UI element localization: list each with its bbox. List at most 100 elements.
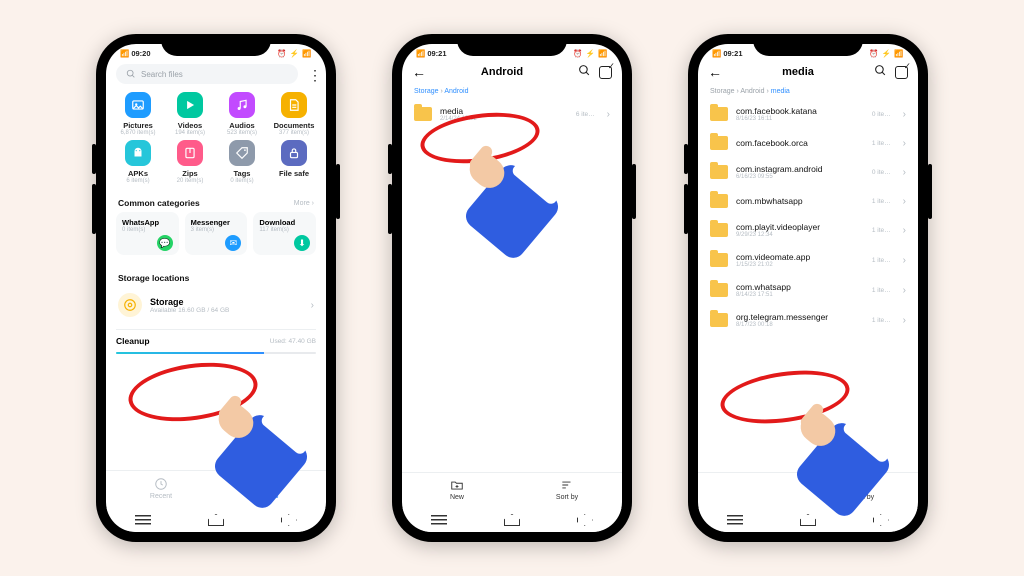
top-bar: ← Android xyxy=(402,60,622,84)
folder-row[interactable]: org.telegram.messenger8/17/23 00:18 1 it… xyxy=(698,305,918,335)
nav-recent-icon[interactable] xyxy=(431,514,447,526)
nav-home-icon[interactable] xyxy=(800,514,816,526)
category-file safe[interactable]: File safe xyxy=(268,140,320,184)
highlight-circle xyxy=(717,363,853,431)
folder-icon xyxy=(710,194,728,208)
category-zips[interactable]: Zips 20 item(s) xyxy=(164,140,216,184)
nav-recent-icon[interactable] xyxy=(727,514,743,526)
img-icon xyxy=(125,92,151,118)
folder-icon xyxy=(710,313,728,327)
chevron-right-icon: › xyxy=(903,196,906,207)
note-icon xyxy=(229,92,255,118)
folder-icon xyxy=(710,253,728,267)
back-icon[interactable]: ← xyxy=(412,64,426,80)
folder-icon xyxy=(710,107,728,121)
phone-1: 📶09:20 ⏰ ⚡ 📶 Search files ⋮ Pictures 6,8… xyxy=(96,34,336,542)
phone-3: 📶09:21 ⏰ ⚡ 📶 ← media Storage › Android ›… xyxy=(688,34,928,542)
chevron-right-icon: › xyxy=(311,300,314,311)
more-menu-icon[interactable]: ⋮ xyxy=(308,71,322,79)
common-card-whatsapp[interactable]: WhatsApp 0 item(s) 💬 xyxy=(116,212,179,255)
pointing-hand xyxy=(457,144,537,239)
chevron-right-icon: › xyxy=(903,285,906,296)
folder-list: com.facebook.katana8/16/23 16:11 0 ite… … xyxy=(698,99,918,335)
highlight-circle xyxy=(125,355,262,429)
category-pictures[interactable]: Pictures 6,870 item(s) xyxy=(112,92,164,136)
tag-icon xyxy=(229,140,255,166)
chevron-right-icon: › xyxy=(903,109,906,120)
bottom-tabs: Recent Files xyxy=(106,470,326,506)
nav-back-icon[interactable] xyxy=(577,514,593,526)
category-documents[interactable]: Documents 377 item(s) xyxy=(268,92,320,136)
select-icon[interactable] xyxy=(895,66,908,79)
cleanup-row[interactable]: Cleanup Used: 47.40 GB xyxy=(116,329,316,346)
common-card-messenger[interactable]: Messenger 3 item(s) ✉ xyxy=(185,212,248,255)
category-audios[interactable]: Audios 523 item(s) xyxy=(216,92,268,136)
search-icon[interactable] xyxy=(578,64,591,80)
chevron-right-icon: › xyxy=(903,255,906,266)
folder-row[interactable]: com.videomate.app1/15/23 21:02 1 ite… › xyxy=(698,245,918,275)
storage-bar xyxy=(116,352,316,354)
tab-files[interactable]: Files xyxy=(216,471,326,506)
back-icon[interactable]: ← xyxy=(708,64,722,80)
common-card-download[interactable]: Download 117 item(s) ⬇ xyxy=(253,212,316,255)
nav-home-icon[interactable] xyxy=(504,514,520,526)
bottom-actions: Sort by xyxy=(698,472,918,506)
folder-icon xyxy=(710,283,728,297)
action-sort[interactable]: Sort by xyxy=(512,473,622,506)
bottom-actions: New Sort by xyxy=(402,472,622,506)
search-icon[interactable] xyxy=(874,64,887,80)
status-bar: 📶09:20 ⏰ ⚡ 📶 xyxy=(106,44,326,60)
folder-row[interactable]: com.mbwhatsapp 1 ite… › xyxy=(698,187,918,215)
chevron-right-icon: › xyxy=(607,109,610,120)
search-input[interactable]: Search files xyxy=(116,64,298,84)
android-nav xyxy=(106,508,326,532)
folder-row[interactable]: com.instagram.android6/16/23 09:55 0 ite… xyxy=(698,157,918,187)
folder-icon xyxy=(710,165,728,179)
top-bar: ← media xyxy=(698,60,918,84)
nav-home-icon[interactable] xyxy=(208,514,224,526)
storage-locations-header: Storage locations xyxy=(106,265,326,287)
status-bar: 📶09:21 ⏰ ⚡ 📶 xyxy=(698,44,918,60)
nav-recent-icon[interactable] xyxy=(135,514,151,526)
category-videos[interactable]: Videos 194 item(s) xyxy=(164,92,216,136)
folder-icon xyxy=(414,107,432,121)
breadcrumb[interactable]: Storage › Android xyxy=(402,84,622,99)
page-title: Android xyxy=(434,66,570,78)
tab-recent[interactable]: Recent xyxy=(106,471,216,506)
lock-icon xyxy=(281,140,307,166)
category-tags[interactable]: Tags 0 item(s) xyxy=(216,140,268,184)
folder-row[interactable]: com.playit.videoplayer9/29/23 12:34 1 it… xyxy=(698,215,918,245)
nav-back-icon[interactable] xyxy=(873,514,889,526)
breadcrumb[interactable]: Storage › Android › media xyxy=(698,84,918,99)
page-title: media xyxy=(730,66,866,78)
status-bar: 📶09:21 ⏰ ⚡ 📶 xyxy=(402,44,622,60)
chevron-right-icon: › xyxy=(903,138,906,149)
chevron-right-icon: › xyxy=(903,225,906,236)
action-new[interactable]: New xyxy=(402,473,512,506)
phone-2: 📶09:21 ⏰ ⚡ 📶 ← Android Storage › Android… xyxy=(392,34,632,542)
zip-icon xyxy=(177,140,203,166)
android-nav xyxy=(698,508,918,532)
action-sort[interactable]: Sort by xyxy=(808,473,918,506)
doc-icon xyxy=(281,92,307,118)
play-icon xyxy=(177,92,203,118)
folder-media[interactable]: media 2/14/24 13:02 6 ite… › xyxy=(402,99,622,129)
common-categories-header: Common categories More › xyxy=(106,190,326,212)
nav-back-icon[interactable] xyxy=(281,514,297,526)
folder-row[interactable]: com.whatsapp8/14/23 17:51 1 ite… › xyxy=(698,275,918,305)
apk-icon xyxy=(125,140,151,166)
select-icon[interactable] xyxy=(599,66,612,79)
folder-row[interactable]: com.facebook.orca 1 ite… › xyxy=(698,129,918,157)
chevron-right-icon: › xyxy=(903,315,906,326)
android-nav xyxy=(402,508,622,532)
folder-icon xyxy=(710,223,728,237)
folder-row[interactable]: com.facebook.katana8/16/23 16:11 0 ite… … xyxy=(698,99,918,129)
folder-list: media 2/14/24 13:02 6 ite… › xyxy=(402,99,622,129)
chevron-right-icon: › xyxy=(903,167,906,178)
category-apks[interactable]: APKs 6 item(s) xyxy=(112,140,164,184)
stage: 📶09:20 ⏰ ⚡ 📶 Search files ⋮ Pictures 6,8… xyxy=(0,0,1024,576)
common-cards: WhatsApp 0 item(s) 💬 Messenger 3 item(s)… xyxy=(106,212,326,255)
folder-icon xyxy=(710,136,728,150)
storage-row[interactable]: Storage Available 16.60 GB / 64 GB › xyxy=(106,287,326,323)
more-link[interactable]: More › xyxy=(294,200,314,207)
